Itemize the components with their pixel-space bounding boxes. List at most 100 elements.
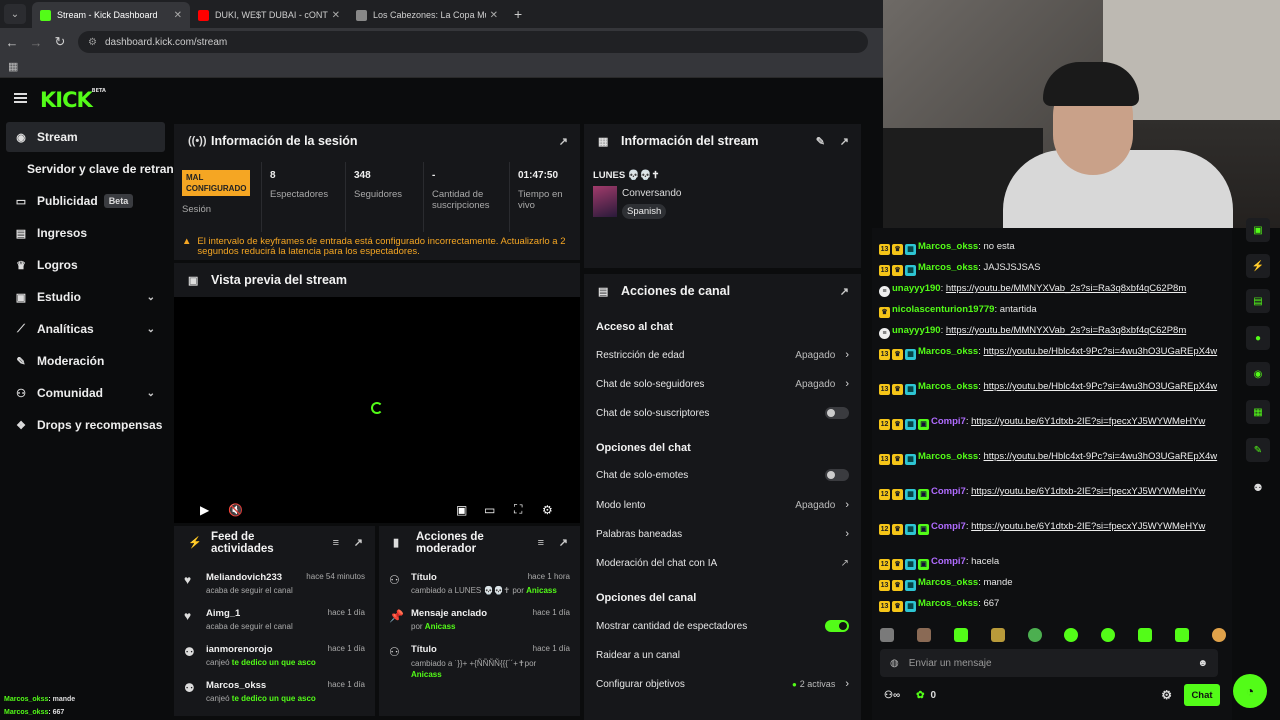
url-input[interactable]: ⚙ dashboard.kick.com/stream <box>78 31 868 53</box>
popout-icon[interactable]: ↗ <box>354 537 363 549</box>
pip-icon[interactable]: ▣ <box>456 503 467 517</box>
popout-icon[interactable]: ↗ <box>840 135 849 148</box>
close-icon[interactable]: ✕ <box>490 10 498 21</box>
crown-badge-icon: ♛ <box>892 454 903 465</box>
studio-icon[interactable]: ▦ <box>1246 400 1270 424</box>
chat-username[interactable]: Compi7 <box>931 416 966 427</box>
emote-icon[interactable] <box>1027 628 1042 642</box>
chat-username[interactable]: unayyy190 <box>892 283 941 294</box>
chat-link[interactable]: https://youtu.be/Hblc4xt-9Pc?si=4wu3hO3U… <box>983 451 1217 462</box>
age-restriction-row[interactable]: Restricción de edad Apagado › <box>584 341 861 369</box>
fullscreen-icon[interactable]: ⛶ <box>514 502 522 517</box>
emote-icon[interactable] <box>1101 628 1116 642</box>
chat-username[interactable]: Marcos_okss <box>918 451 978 462</box>
sidebar-item-ads[interactable]: ▭ Publicidad Beta <box>6 186 165 216</box>
emote-icon[interactable] <box>880 628 894 642</box>
emote-icon[interactable] <box>1138 628 1153 642</box>
raid-row[interactable]: Raidear a un canal <box>584 641 861 669</box>
edit-icon[interactable]: ✎ <box>816 135 825 148</box>
popout-icon[interactable]: ↗ <box>840 285 849 298</box>
chat-username[interactable]: Compi7 <box>931 486 966 497</box>
chat-username[interactable]: Marcos_okss <box>918 381 978 392</box>
chat-username[interactable]: Marcos_okss <box>918 577 978 588</box>
gear-icon[interactable]: ⚙ <box>542 503 553 517</box>
emote-icon[interactable] <box>1211 628 1226 642</box>
popout-icon[interactable]: ↗ <box>559 537 568 549</box>
chat-link[interactable]: https://youtu.be/Hblc4xt-9Pc?si=4wu3hO3U… <box>983 381 1217 392</box>
emote-icon[interactable] <box>990 628 1005 642</box>
back-icon[interactable]: ← <box>0 35 24 50</box>
doc-icon[interactable]: ▤ <box>1246 289 1270 313</box>
filter-icon[interactable]: ≡ <box>333 537 339 549</box>
tab-search-button[interactable]: ⌄ <box>4 4 26 24</box>
sidebar-item-stream[interactable]: ◉ Stream <box>6 122 165 152</box>
wrench-icon[interactable]: ✎ <box>1246 438 1270 462</box>
chat-link[interactable]: https://youtu.be/6Y1dtxb-2IE?si=fpecxYJ5… <box>971 416 1205 427</box>
browser-tab-0[interactable]: Stream - Kick Dashboard ✕ <box>32 2 190 28</box>
emote-icon[interactable] <box>1175 628 1189 642</box>
emote-icon[interactable] <box>953 628 968 642</box>
support-chat-button[interactable]: ◔ <box>1233 674 1267 708</box>
browser-tab-2[interactable]: Los Cabezones: La Copa Mundi ✕ <box>348 2 506 28</box>
popout-icon[interactable]: ↗ <box>559 135 568 148</box>
close-icon[interactable]: ✕ <box>332 10 340 21</box>
sidebar-item-achievements[interactable]: ♛ Logros <box>6 250 165 280</box>
revenue-icon: ▤ <box>15 227 27 240</box>
bolt-icon[interactable]: ⚡ <box>1246 254 1270 278</box>
gear-icon[interactable]: ⚙ <box>1161 688 1172 702</box>
points-icon[interactable]: ⚉ <box>1246 476 1270 500</box>
forward-icon[interactable]: → <box>24 35 48 50</box>
followers-only-row[interactable]: Chat de solo-seguidores Apagado › <box>584 370 861 398</box>
menu-icon[interactable] <box>14 93 27 103</box>
send-chat-button[interactable]: Chat <box>1184 684 1220 706</box>
sidebar-item-analytics[interactable]: ⟋ Analíticas ⌄ <box>6 314 165 344</box>
sidebar-item-moderation[interactable]: ✎ Moderación <box>6 346 165 376</box>
chat-username[interactable]: Marcos_okss <box>918 346 978 357</box>
chat-username[interactable]: Marcos_okss <box>918 241 978 252</box>
new-tab-button[interactable]: + <box>514 6 522 22</box>
emoji-icon[interactable]: ☻ <box>1197 658 1208 669</box>
sidebar-item-community[interactable]: ⚇ Comunidad ⌄ <box>6 378 165 408</box>
mute-icon[interactable]: 🔇 <box>228 503 243 517</box>
viewer-count-toggle[interactable] <box>825 620 849 632</box>
browser-tab-1[interactable]: DUKI, WE$T DUBAI - cONTRA M ✕ <box>190 2 348 28</box>
emotes-only-toggle[interactable] <box>825 469 849 481</box>
chat-username[interactable]: Marcos_okss <box>918 262 978 273</box>
apps-grid-icon[interactable]: ▦ <box>8 60 18 73</box>
sidebar-item-drops[interactable]: ❖ Drops y recompensas <box>6 410 165 440</box>
banned-words-row[interactable]: Palabras baneadas › <box>584 520 861 548</box>
chat-link[interactable]: https://youtu.be/MMNYXVab_2s?si=Ra3q8xbf… <box>946 325 1186 336</box>
subs-only-toggle[interactable] <box>825 407 849 419</box>
user-edit-icon: ⚇ <box>389 573 400 587</box>
chat-username[interactable]: nicolascenturion19779 <box>892 304 994 315</box>
slow-mode-row[interactable]: Modo lento Apagado › <box>584 491 861 519</box>
emote-icon[interactable] <box>1064 628 1079 642</box>
sidebar-item-studio[interactable]: ▣ Estudio ⌄ <box>6 282 165 312</box>
filter-icon[interactable]: ≡ <box>538 537 544 549</box>
chat-username[interactable]: unayyy190 <box>892 325 941 336</box>
chat-username[interactable]: Compi7 <box>931 521 966 532</box>
goals-row[interactable]: Configurar objetivos ● 2 activas › <box>584 670 861 698</box>
video-player[interactable]: ▶ 🔇 ▣ ▭ ⛶ ⚙ <box>174 297 580 523</box>
close-icon[interactable]: ✕ <box>174 10 182 21</box>
ai-moderation-row[interactable]: Moderación del chat con IA ↗ <box>584 549 861 577</box>
broadcast-icon[interactable]: ◉ <box>1246 362 1270 386</box>
chat-link[interactable]: https://youtu.be/Hblc4xt-9Pc?si=4wu3hO3U… <box>983 346 1217 357</box>
site-info-icon[interactable]: ⚙ <box>88 37 97 48</box>
emote-icon[interactable] <box>916 628 931 642</box>
chat-input[interactable]: ◍ Enviar un mensaje ☻ <box>880 649 1218 677</box>
sidebar-item-revenue[interactable]: ▤ Ingresos <box>6 218 165 248</box>
chat-link[interactable]: https://youtu.be/6Y1dtxb-2IE?si=fpecxYJ5… <box>971 521 1205 532</box>
kick-logo[interactable]: KICKBETA <box>40 88 106 112</box>
play-icon[interactable]: ▶ <box>200 503 209 517</box>
chat-username[interactable]: Compi7 <box>931 556 966 567</box>
chat-username[interactable]: Marcos_okss <box>918 598 978 609</box>
rail-button[interactable]: ▣ <box>1246 218 1270 242</box>
users-icon[interactable]: ⚇∞ <box>884 690 900 701</box>
theater-icon[interactable]: ▭ <box>484 503 495 517</box>
sidebar-item-server-key[interactable]: Servidor y clave de retransmi <box>6 154 194 184</box>
chat-link[interactable]: https://youtu.be/6Y1dtxb-2IE?si=fpecxYJ5… <box>971 486 1205 497</box>
reload-icon[interactable]: ↻ <box>48 34 72 50</box>
chat-bubble-icon[interactable]: ● <box>1246 326 1270 350</box>
chat-link[interactable]: https://youtu.be/MMNYXVab_2s?si=Ra3q8xbf… <box>946 283 1186 294</box>
